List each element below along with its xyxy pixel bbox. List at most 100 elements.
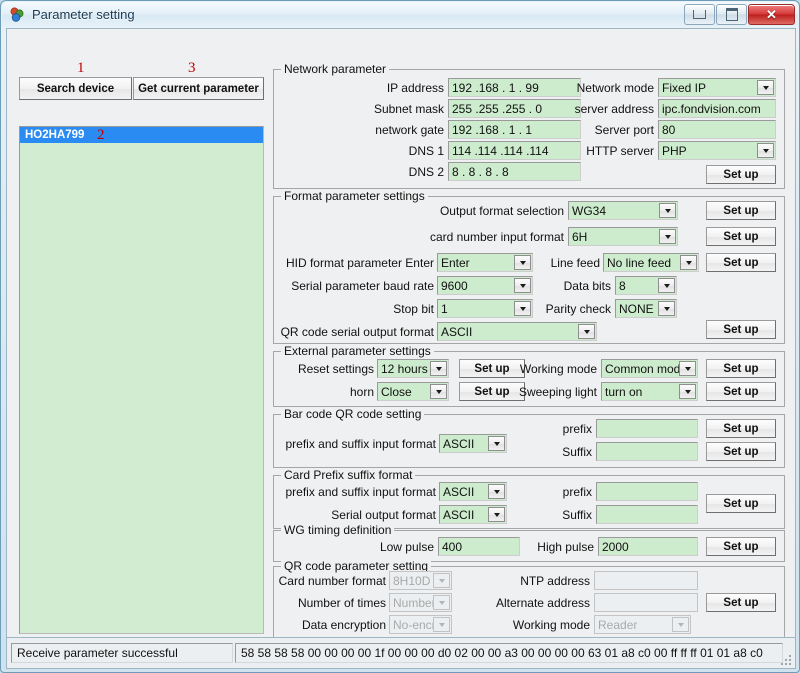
select-card-prefix-input-format[interactable]: ASCII (439, 482, 507, 501)
setup-button-wg-timing[interactable]: Set up (706, 537, 776, 556)
chevron-down-icon[interactable] (757, 143, 774, 158)
setup-button-card-prefix[interactable]: Set up (706, 494, 776, 513)
setup-button-sweeping-light[interactable]: Set up (706, 382, 776, 401)
close-button[interactable]: ✕ (748, 4, 795, 25)
setup-button-qr-serial[interactable]: Set up (706, 320, 776, 339)
resize-grip-icon[interactable] (780, 654, 792, 666)
select-sweeping-light-value: turn on (605, 384, 643, 399)
chevron-down-icon[interactable] (757, 80, 774, 95)
select-card-input-format[interactable]: 6H (568, 227, 678, 246)
select-stop-bit[interactable]: 1 (437, 299, 533, 318)
label-low-pulse: Low pulse (379, 540, 434, 554)
setup-button-barcode-suffix[interactable]: Set up (706, 442, 776, 461)
label-card-number-format: Card number format (278, 574, 386, 588)
select-qr-serial-output[interactable]: ASCII (437, 322, 597, 341)
input-low-pulse[interactable]: 400 (438, 537, 520, 556)
chevron-down-icon[interactable] (514, 301, 531, 316)
select-working-mode-external[interactable]: Common mode (601, 359, 698, 378)
chevron-down-icon[interactable] (488, 507, 505, 522)
annotation-2: 2 (97, 127, 105, 143)
select-sweeping-light[interactable]: turn on (601, 382, 698, 401)
setup-button-network[interactable]: Set up (706, 165, 776, 184)
select-serial-output-format[interactable]: ASCII (439, 505, 507, 524)
input-card-suffix[interactable] (596, 505, 698, 524)
label-card-input-format: card number input format (429, 230, 564, 244)
input-network-gate[interactable]: 192 .168 . 1 . 1 (448, 120, 581, 139)
list-item[interactable]: HO2HA799 (20, 127, 263, 143)
chevron-down-icon[interactable] (659, 229, 676, 244)
select-network-mode[interactable]: Fixed IP (658, 78, 776, 97)
chevron-down-icon[interactable] (659, 203, 676, 218)
select-line-feed-value: No line feed (607, 255, 672, 270)
input-barcode-prefix[interactable] (596, 419, 698, 438)
chevron-down-icon[interactable] (430, 361, 447, 376)
chevron-down-icon[interactable] (679, 384, 696, 399)
select-working-mode-external-value: Common mode (605, 361, 679, 376)
select-horn-value: Close (381, 384, 412, 399)
select-baud-rate[interactable]: 9600 (437, 276, 533, 295)
chevron-down-icon[interactable] (578, 324, 595, 339)
select-hid-enter[interactable]: Enter (437, 253, 533, 272)
select-network-mode-value: Fixed IP (662, 80, 707, 95)
select-reset-settings-value: 12 hours (381, 361, 428, 376)
chevron-down-icon[interactable] (514, 278, 531, 293)
label-server-port: Server port (594, 123, 654, 137)
group-title-wg-timing: WG timing definition (281, 523, 395, 537)
input-ip-address[interactable]: 192 .168 . 1 . 99 (448, 78, 581, 97)
label-network-mode: Network mode (576, 81, 654, 95)
select-hid-enter-value: Enter (441, 255, 470, 270)
select-reset-settings[interactable]: 12 hours (377, 359, 449, 378)
label-dns-2: DNS 2 (408, 165, 444, 179)
minimize-button[interactable] (684, 4, 715, 25)
select-data-bits[interactable]: 8 (615, 276, 677, 295)
select-horn[interactable]: Close (377, 382, 449, 401)
select-parity-check[interactable]: NONE (615, 299, 677, 318)
setup-button-barcode-prefix[interactable]: Set up (706, 419, 776, 438)
label-parity-check: Parity check (545, 302, 611, 316)
group-format-parameter: Format parameter settings Output format … (273, 189, 785, 344)
chevron-down-icon[interactable] (430, 384, 447, 399)
chevron-down-icon[interactable] (658, 278, 675, 293)
input-card-prefix[interactable] (596, 482, 698, 501)
input-server-port[interactable]: 80 (658, 120, 776, 139)
label-line-feed: Line feed (550, 256, 600, 270)
maximize-button[interactable] (716, 4, 747, 25)
chevron-down-icon (433, 573, 450, 588)
setup-button-qr-parameter[interactable]: Set up (706, 593, 776, 612)
chevron-down-icon[interactable] (679, 361, 696, 376)
status-bar: Receive parameter successful 58 58 58 58… (7, 637, 795, 668)
chevron-down-icon[interactable] (658, 301, 675, 316)
setup-button-hid-format[interactable]: Set up (706, 253, 776, 272)
label-horn: horn (349, 385, 374, 399)
input-server-address[interactable]: ipc.fondvision.com (658, 99, 776, 118)
label-serial-output-format: Serial output format (331, 508, 436, 522)
device-list[interactable]: HO2HA799 (19, 126, 264, 634)
select-line-feed[interactable]: No line feed (603, 253, 699, 272)
chevron-down-icon[interactable] (488, 436, 505, 451)
label-data-encryption: Data encryption (301, 618, 386, 632)
annotation-1: 1 (77, 60, 85, 76)
input-high-pulse[interactable]: 2000 (598, 537, 698, 556)
select-barcode-input-format[interactable]: ASCII (439, 434, 507, 453)
select-number-of-times: Numberl (389, 593, 452, 612)
select-output-format[interactable]: WG34 (568, 201, 678, 220)
setup-button-working-mode[interactable]: Set up (706, 359, 776, 378)
input-dns-2[interactable]: 8 . 8 . 8 . 8 (448, 162, 581, 181)
label-baud-rate: Serial parameter baud rate (291, 279, 434, 293)
group-title-barcode: Bar code QR code setting (281, 407, 425, 421)
group-title-network: Network parameter (281, 62, 390, 76)
get-current-parameter-button[interactable]: Get current parameter (133, 77, 264, 100)
chevron-down-icon[interactable] (488, 484, 505, 499)
search-device-button[interactable]: Search device (19, 77, 132, 100)
select-serial-output-format-value: ASCII (443, 507, 475, 522)
label-card-prefix: prefix (562, 485, 592, 499)
setup-button-card-input-format[interactable]: Set up (706, 227, 776, 246)
select-parity-check-value: NONE (619, 301, 654, 316)
select-http-server[interactable]: PHP (658, 141, 776, 160)
chevron-down-icon[interactable] (514, 255, 531, 270)
input-barcode-suffix[interactable] (596, 442, 698, 461)
input-dns-1[interactable]: 114 .114 .114 .114 (448, 141, 581, 160)
chevron-down-icon[interactable] (680, 255, 697, 270)
status-message: Receive parameter successful (11, 643, 233, 663)
setup-button-output-format[interactable]: Set up (706, 201, 776, 220)
